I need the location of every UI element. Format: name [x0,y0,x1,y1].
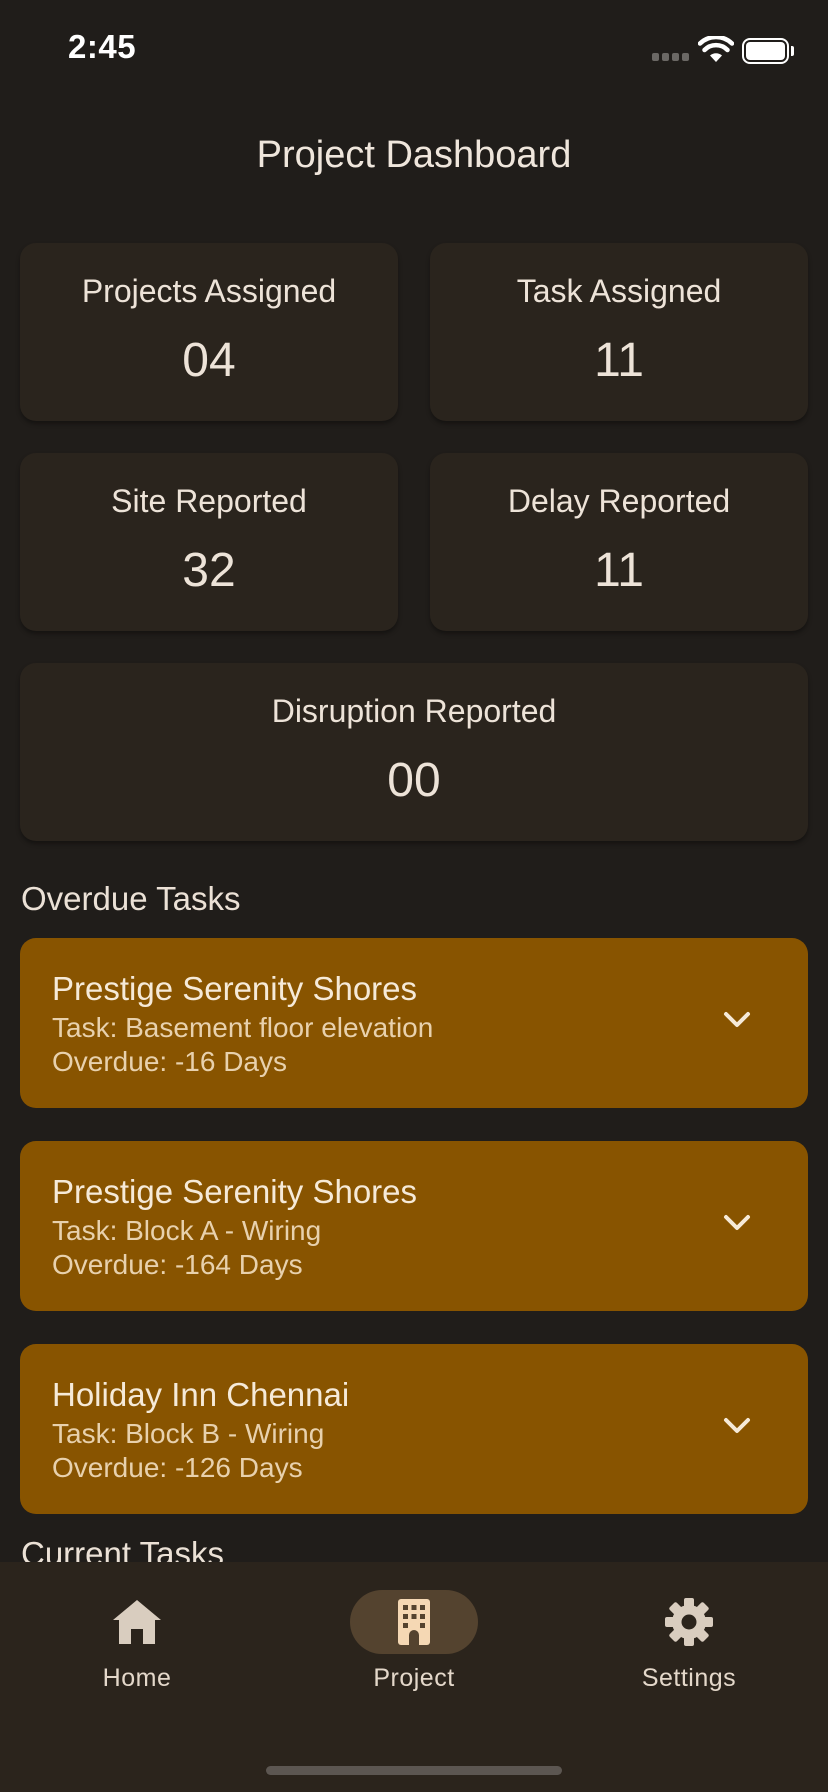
stat-label: Disruption Reported [271,693,557,729]
overdue-task-card[interactable]: Holiday Inn Chennai Task: Block B - Wiri… [20,1344,808,1514]
stat-value: 11 [594,334,644,387]
task-name: Task: Basement floor elevation [52,1012,434,1043]
stat-card-site-reported[interactable]: Site Reported 32 [20,453,398,631]
stat-label: Task Assigned [516,273,722,309]
task-project-name: Holiday Inn Chennai [52,1376,350,1413]
chevron-down-icon[interactable] [722,1416,752,1436]
stat-label: Projects Assigned [81,273,337,309]
task-project-name: Prestige Serenity Shores [52,1173,418,1210]
overdue-task-card[interactable]: Prestige Serenity Shores Task: Basement … [20,938,808,1108]
nav-item-home[interactable]: Home [37,1590,237,1692]
stat-value: 32 [182,544,236,597]
stat-card-delay-reported[interactable]: Delay Reported 11 [430,453,808,631]
task-name: Task: Block A - Wiring [52,1215,322,1246]
building-icon [398,1599,430,1645]
stat-label: Site Reported [111,483,307,519]
status-time: 2:45 [68,28,137,65]
wifi-icon [698,36,734,62]
nav-item-project[interactable]: Project [314,1590,514,1692]
nav-item-settings[interactable]: Settings [589,1590,789,1692]
project-dashboard-screen: 2:45 Project Dashboard Projects Assigned… [0,0,828,1792]
chevron-down-icon[interactable] [722,1213,752,1233]
task-overdue-days: Overdue: -126 Days [52,1452,303,1483]
bottom-navigation-bar: Home Project Settings [0,1562,828,1792]
nav-label: Project [373,1664,455,1692]
task-overdue-days: Overdue: -164 Days [52,1249,303,1280]
overdue-tasks-heading: Overdue Tasks [21,880,241,917]
home-indicator[interactable] [266,1766,562,1775]
cellular-signal-icon [652,53,692,62]
status-bar: 2:45 [0,0,828,100]
nav-label: Home [102,1664,172,1692]
task-name: Task: Block B - Wiring [52,1418,325,1449]
stat-value: 00 [387,754,441,807]
chevron-down-icon[interactable] [722,1010,752,1030]
stat-card-projects-assigned[interactable]: Projects Assigned 04 [20,243,398,421]
overdue-task-card[interactable]: Prestige Serenity Shores Task: Block A -… [20,1141,808,1311]
stat-card-task-assigned[interactable]: Task Assigned 11 [430,243,808,421]
page-title: Project Dashboard [256,134,572,176]
task-overdue-days: Overdue: -16 Days [52,1046,287,1077]
stat-value: 11 [594,544,644,597]
gear-icon [665,1598,713,1646]
stat-value: 04 [182,334,236,387]
home-icon [113,1600,161,1644]
nav-label: Settings [641,1664,737,1692]
stat-label: Delay Reported [507,483,731,519]
task-project-name: Prestige Serenity Shores [52,970,418,1007]
battery-icon [742,38,794,64]
stat-card-disruption-reported[interactable]: Disruption Reported 00 [20,663,808,841]
